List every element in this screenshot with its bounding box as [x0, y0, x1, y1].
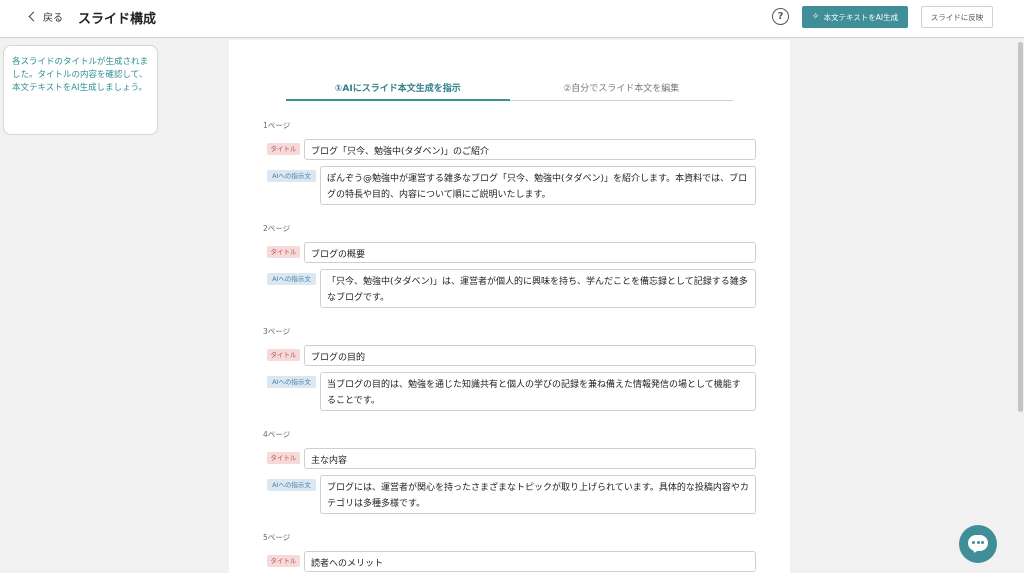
prompt-tag: AIへの指示文	[267, 376, 316, 388]
chevron-left-icon	[28, 11, 39, 22]
generate-body-ai-button[interactable]: ✧ 本文テキストをAI生成	[802, 6, 908, 28]
slide-page: 5ページ タイトル 読者へのメリット	[263, 532, 756, 572]
page-label: 5ページ	[263, 533, 291, 542]
tab-bar: ①AIにスライド本文生成を指示 ②自分でスライド本文を編集	[286, 76, 733, 101]
chat-support-button[interactable]	[959, 525, 997, 563]
sparkle-icon: ✧	[811, 12, 820, 22]
header-bar: 戻る スライド構成 ? ✧ 本文テキストをAI生成 スライドに反映	[0, 0, 1024, 38]
title-field[interactable]: 主な内容	[304, 448, 756, 469]
slide-page: 1ページ タイトル ブログ「只今、勉強中(タダベン)」のご紹介 AIへの指示文 …	[263, 120, 756, 205]
title-field[interactable]: 読者へのメリット	[304, 551, 756, 572]
chat-bubble-icon	[968, 535, 988, 551]
prompt-field[interactable]: 当ブログの目的は、勉強を通じた知識共有と個人の学びの記録を兼ね備えた情報発信の場…	[320, 372, 756, 411]
page-title: スライド構成	[78, 12, 157, 27]
prompt-field[interactable]: ブログには、運営者が関心を持ったさまざまなトピックが取り上げられています。具体的…	[320, 475, 756, 514]
prompt-tag: AIへの指示文	[267, 479, 316, 491]
slide-page: 2ページ タイトル ブログの概要 AIへの指示文 「只今、勉強中(タダベン)」は…	[263, 223, 756, 308]
title-tag: タイトル	[267, 349, 300, 361]
page-label: 3ページ	[263, 327, 291, 336]
prompt-field[interactable]: ぽんぞう@勉強中が運営する雑多なブログ「只今、勉強中(タダベン)」を紹介します。…	[320, 166, 756, 205]
title-tag: タイトル	[267, 246, 300, 258]
prompt-tag: AIへの指示文	[267, 273, 316, 285]
generate-body-ai-label: 本文テキストをAI生成	[823, 12, 899, 22]
title-field[interactable]: ブログの概要	[304, 242, 756, 263]
slide-page: 3ページ タイトル ブログの目的 AIへの指示文 当ブログの目的は、勉強を通じた…	[263, 326, 756, 411]
back-label: 戻る	[43, 13, 63, 24]
main-panel: ①AIにスライド本文生成を指示 ②自分でスライド本文を編集 1ページ タイトル …	[229, 40, 790, 573]
title-tag: タイトル	[267, 452, 300, 464]
scrollbar-thumb[interactable]	[1018, 42, 1023, 412]
apply-to-slides-button[interactable]: スライドに反映	[921, 6, 993, 28]
page-label: 1ページ	[263, 121, 291, 130]
title-field[interactable]: ブログ「只今、勉強中(タダベン)」のご紹介	[304, 139, 756, 160]
prompt-tag: AIへの指示文	[267, 170, 316, 182]
help-icon[interactable]: ?	[772, 8, 789, 25]
scrollbar[interactable]	[1017, 40, 1024, 573]
tab-ai-instruction[interactable]: ①AIにスライド本文生成を指示	[286, 76, 510, 101]
prompt-field[interactable]: 「只今、勉強中(タダベン)」は、運営者が個人的に興味を持ち、学んだことを備忘録と…	[320, 269, 756, 308]
title-tag: タイトル	[267, 555, 300, 567]
tab-manual-edit[interactable]: ②自分でスライド本文を編集	[509, 76, 733, 101]
page-label: 2ページ	[263, 224, 291, 233]
title-tag: タイトル	[267, 143, 300, 155]
back-button[interactable]: 戻る	[28, 9, 63, 24]
title-field[interactable]: ブログの目的	[304, 345, 756, 366]
page-label: 4ページ	[263, 430, 291, 439]
slide-page: 4ページ タイトル 主な内容 AIへの指示文 ブログには、運営者が関心を持ったさ…	[263, 429, 756, 514]
info-message: 各スライドのタイトルが生成されました。タイトルの内容を確認して、本文テキストをA…	[3, 45, 158, 135]
